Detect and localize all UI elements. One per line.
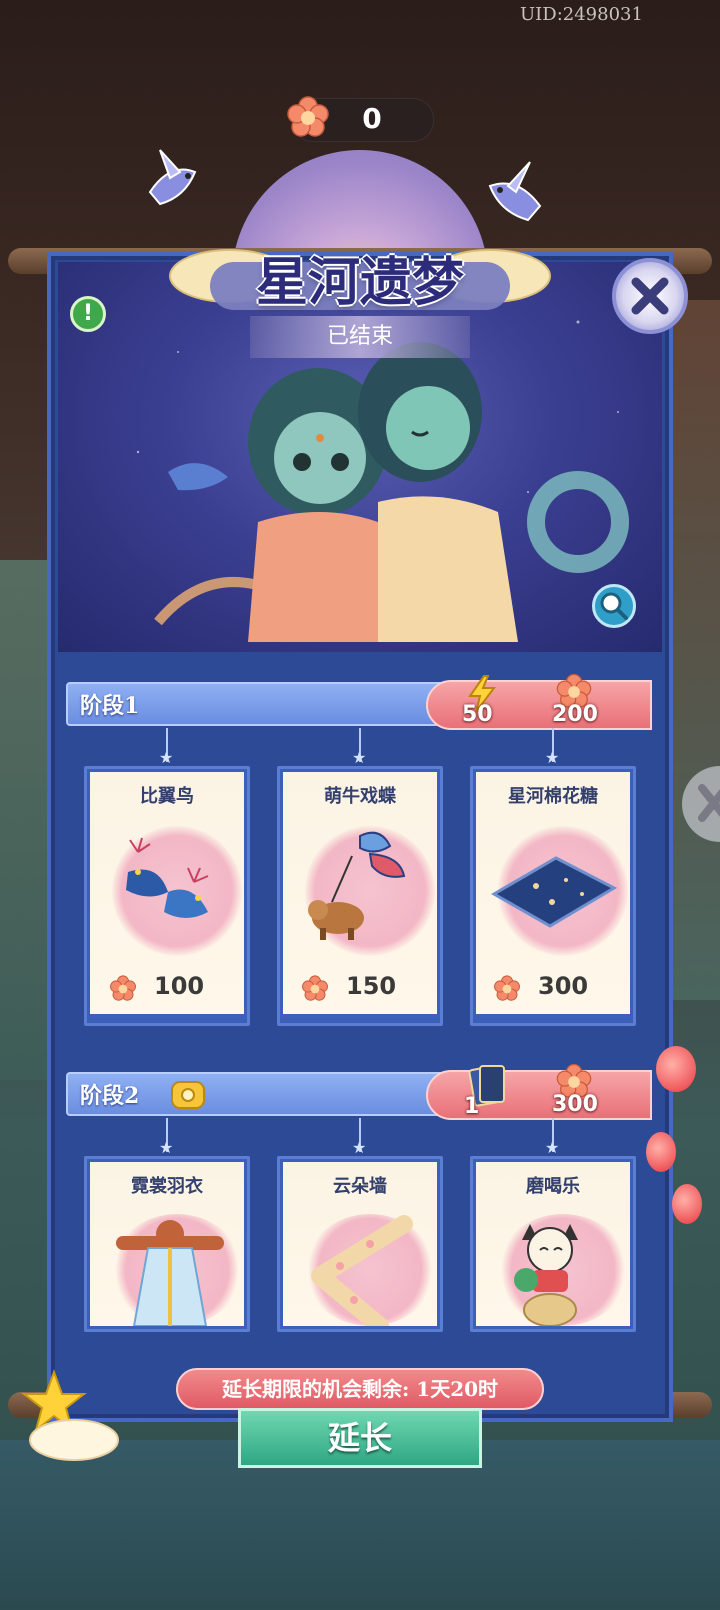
uid-label: UID:2498031 bbox=[520, 4, 643, 25]
stage-cost-value: 300 bbox=[552, 1092, 598, 1117]
star-icon: ★ bbox=[352, 748, 367, 767]
lantern-icon bbox=[672, 1184, 702, 1224]
stage-cost-value: 1 bbox=[464, 1094, 480, 1119]
extend-chances-note: 延长期限的机会剩余: 1天20时 bbox=[176, 1368, 544, 1410]
card-title: 星河棉花糖 bbox=[508, 786, 598, 807]
card-price: 150 bbox=[346, 972, 397, 1000]
exclamation-icon: ! bbox=[82, 301, 94, 326]
card-title: 磨喝乐 bbox=[526, 1176, 580, 1197]
magnifier-icon bbox=[600, 592, 628, 620]
starry-rug-icon bbox=[490, 856, 618, 928]
card-title: 云朵墙 bbox=[333, 1176, 387, 1197]
card-title: 萌牛戏蝶 bbox=[324, 786, 396, 807]
card-title: 比翼鸟 bbox=[140, 786, 194, 807]
lantern-icon bbox=[656, 1046, 696, 1092]
close-button[interactable] bbox=[612, 258, 688, 334]
flower-coin-icon bbox=[287, 96, 329, 137]
currency-value: 0 bbox=[362, 102, 382, 135]
close-icon bbox=[698, 784, 720, 822]
stage-cost-panel bbox=[426, 680, 652, 730]
flower-coin-icon bbox=[110, 975, 136, 1001]
star-icon: ★ bbox=[545, 748, 560, 767]
info-button[interactable]: ! bbox=[70, 296, 106, 332]
star-cloud-icon bbox=[21, 1369, 119, 1461]
card-price: 100 bbox=[154, 972, 205, 1000]
bird-icon bbox=[488, 161, 542, 222]
card-price: 300 bbox=[538, 972, 589, 1000]
stage-label: 阶段1 bbox=[80, 693, 140, 719]
coin-pouch-icon bbox=[171, 1081, 205, 1109]
side-close-button[interactable] bbox=[682, 766, 720, 842]
stage-cost-value: 200 bbox=[552, 702, 598, 727]
lovebirds-icon bbox=[126, 837, 209, 918]
zoom-button[interactable] bbox=[592, 584, 636, 628]
flower-coin-icon bbox=[494, 975, 520, 1001]
cat-figurine-icon bbox=[514, 1224, 578, 1326]
stage-cost-panel bbox=[426, 1070, 652, 1120]
star-icon: ★ bbox=[159, 748, 174, 767]
close-icon bbox=[631, 277, 669, 315]
cow-butterfly-icon bbox=[308, 831, 406, 940]
flower-coin-icon bbox=[302, 975, 328, 1001]
star-icon: ★ bbox=[159, 1138, 174, 1157]
robe-icon bbox=[116, 1220, 224, 1326]
event-status: 已结束 bbox=[326, 324, 393, 349]
stage-label: 阶段2 bbox=[80, 1083, 140, 1109]
lantern-icon bbox=[646, 1132, 676, 1172]
event-title: 星河遗梦 bbox=[255, 252, 464, 313]
star-icon: ★ bbox=[352, 1138, 367, 1157]
cloud-wall-icon bbox=[311, 1215, 413, 1326]
stage-cost-value: 50 bbox=[462, 702, 493, 727]
card-title: 霓裳羽衣 bbox=[131, 1176, 203, 1197]
extend-button[interactable]: 延长 bbox=[238, 1408, 482, 1468]
star-icon: ★ bbox=[545, 1138, 560, 1157]
bird-icon bbox=[148, 149, 197, 206]
